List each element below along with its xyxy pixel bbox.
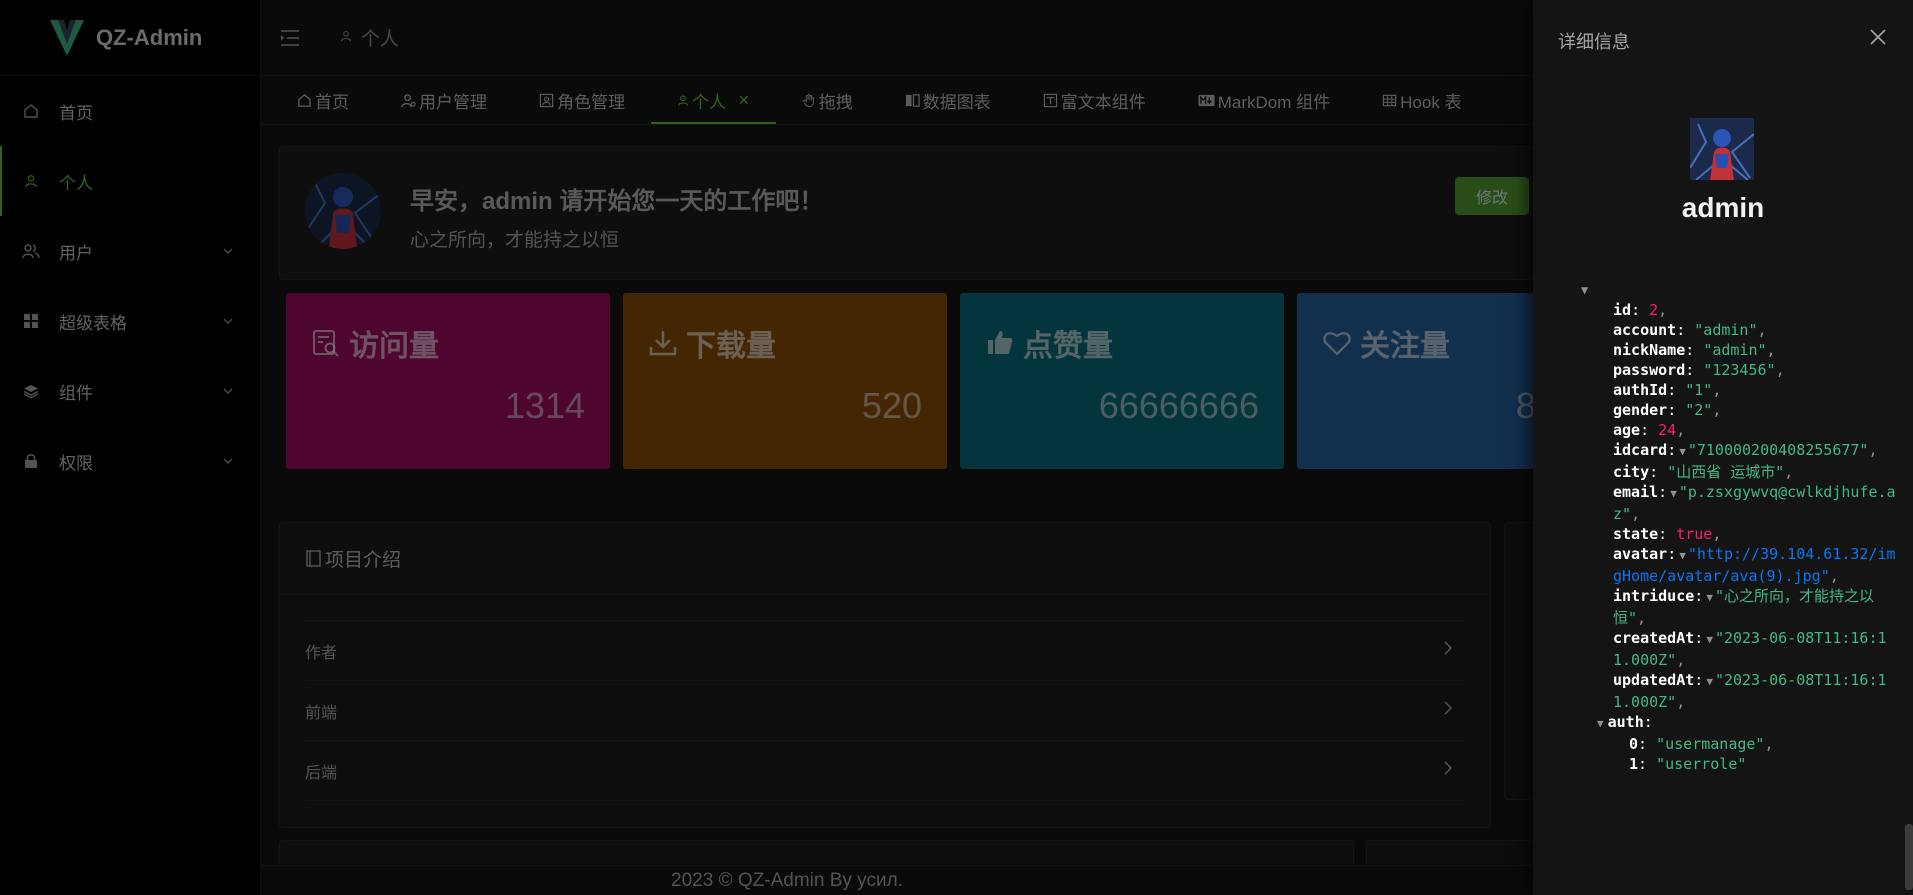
json-field-authid: authId: "1", bbox=[1613, 381, 1722, 399]
json-field-auth: ▼ auth: bbox=[1597, 713, 1653, 731]
collapse-toggle-icon[interactable]: ▼ bbox=[1679, 549, 1686, 562]
json-field-gender: gender: "2", bbox=[1613, 401, 1722, 419]
collapse-toggle-icon[interactable]: ▼ bbox=[1706, 633, 1713, 646]
json-field-id: id: 2, bbox=[1613, 301, 1668, 319]
json-field-age: age: 24, bbox=[1613, 421, 1686, 439]
json-field-avatar: avatar: ▼ "http://39.104.61.32/imgHome/ava… bbox=[1613, 545, 1896, 585]
drawer-title: 详细信息 bbox=[1558, 32, 1630, 52]
scrollbar[interactable] bbox=[1905, 824, 1913, 890]
json-field-auth-0: 0: "usermanage", bbox=[1629, 735, 1774, 753]
json-field-city: city: "山西省 运城市", bbox=[1613, 463, 1794, 481]
collapse-toggle-icon[interactable]: ▼ bbox=[1597, 717, 1604, 730]
json-field-state: state: true, bbox=[1613, 525, 1722, 543]
json-field-password: password: "123456", bbox=[1613, 361, 1785, 379]
json-viewer: ▼ id: 2, account: "admin", nickName: "ad… bbox=[1581, 280, 1901, 774]
json-field-createdat: createdAt: ▼ "2023-06-08T11:16:11.000Z", bbox=[1613, 629, 1887, 669]
json-field-auth-1: 1: "userrole" bbox=[1629, 755, 1747, 773]
app-root: QZ-Admin 首页 个人 用户 bbox=[0, 0, 1913, 895]
json-field-account: account: "admin", bbox=[1613, 321, 1767, 339]
collapse-toggle-icon[interactable]: ▼ bbox=[1706, 591, 1713, 604]
json-field-nickname: nickName: "admin", bbox=[1613, 341, 1776, 359]
json-field-updatedat: updatedAt: ▼ "2023-06-08T11:16:11.000Z", bbox=[1613, 671, 1887, 711]
collapse-toggle-icon[interactable]: ▼ bbox=[1581, 280, 1588, 300]
drawer-avatar bbox=[1690, 118, 1754, 180]
json-field-email: email: ▼ "p.zsxgywvq@cwlkdjhufe.az", bbox=[1613, 483, 1896, 523]
json-field-intriduce: intriduce: ▼ "心之所向，才能持之以恒", bbox=[1613, 587, 1874, 627]
json-field-idcard: idcard: ▼ "710000200408255677", bbox=[1613, 441, 1878, 459]
collapse-toggle-icon[interactable]: ▼ bbox=[1706, 675, 1713, 688]
drawer-username: admin bbox=[1681, 192, 1765, 223]
detail-drawer: 详细信息 admin ▼ id: 2, account: "admin", ni… bbox=[1533, 0, 1913, 895]
collapse-toggle-icon[interactable]: ▼ bbox=[1670, 487, 1677, 500]
collapse-toggle-icon[interactable]: ▼ bbox=[1679, 445, 1686, 458]
close-icon[interactable] bbox=[1869, 28, 1889, 48]
